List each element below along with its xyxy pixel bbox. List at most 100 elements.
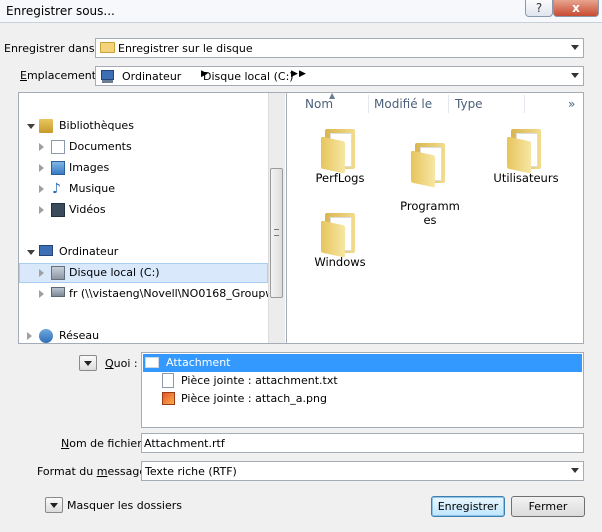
- document-icon: [51, 140, 65, 154]
- nav-network-drive[interactable]: fr (\\vistaeng\Novell\NO0168_Groupw: [19, 284, 271, 304]
- column-separator: [448, 95, 449, 113]
- expand-icon[interactable]: [27, 124, 35, 129]
- folder-icon: [321, 127, 359, 174]
- save-in-value: Enregistrer sur le disque: [118, 42, 253, 55]
- nav-local-disk-label: Disque local (C:): [69, 266, 160, 279]
- folder-item[interactable]: Windows: [295, 211, 385, 269]
- nav-documents-label: Documents: [69, 140, 132, 153]
- nav-network-drive-label: fr (\\vistaeng\Novell\NO0168_Groupw: [69, 287, 271, 300]
- chevron-down-icon: [571, 73, 579, 78]
- format-label: Format du message :: [37, 465, 154, 478]
- save-in-combo[interactable]: Enregistrer sur le disque: [95, 38, 584, 58]
- folder-icon: [321, 211, 359, 258]
- folder-item[interactable]: Utilisateurs: [481, 127, 571, 185]
- chevron-down-icon: [50, 503, 58, 508]
- breadcrumb-drive[interactable]: Disque local (C:): [203, 70, 294, 83]
- chevron-down-icon: [84, 361, 92, 366]
- pictures-icon: [51, 161, 65, 175]
- network-drive-icon: [51, 287, 65, 297]
- nav-computer-label: Ordinateur: [59, 245, 119, 258]
- breadcrumb-computer[interactable]: Ordinateur: [122, 70, 181, 83]
- save-in-label: Enregistrer dans :: [4, 42, 102, 55]
- expand-icon[interactable]: [27, 332, 32, 340]
- file-list-pane[interactable]: ▲ Nom Modifié le Type » PerfLogs Program…: [286, 91, 584, 344]
- nav-documents[interactable]: Documents: [19, 137, 271, 157]
- expand-icon[interactable]: [39, 206, 44, 214]
- folder-item[interactable]: Programm es: [385, 127, 475, 241]
- close-button[interactable]: Fermer: [511, 496, 585, 517]
- folder-name: Programm es: [400, 199, 460, 227]
- nav-images-label: Images: [69, 161, 110, 174]
- navigation-pane[interactable]: Bibliothèques Documents Images ♪ Musique…: [18, 92, 286, 344]
- document-icon: [162, 373, 174, 388]
- nav-videos-label: Vidéos: [69, 203, 106, 216]
- breadcrumb-arrow-icon[interactable]: ▶: [299, 69, 306, 79]
- computer-icon: [101, 70, 114, 80]
- music-note-icon: ♪: [52, 181, 61, 197]
- filename-value: Attachment.rtf: [144, 437, 225, 450]
- folder-name: Utilisateurs: [493, 171, 559, 185]
- folder-icon: [507, 127, 545, 174]
- nav-music[interactable]: ♪ Musique: [19, 179, 271, 199]
- computer-icon: [39, 245, 53, 256]
- column-separator: [524, 95, 525, 113]
- video-icon: [51, 203, 65, 217]
- expand-icon[interactable]: [39, 290, 44, 298]
- column-type[interactable]: Type: [455, 93, 483, 115]
- what-label: Quoi :: [105, 357, 138, 370]
- location-label: Emplacement :: [20, 69, 104, 82]
- column-name[interactable]: Nom: [305, 93, 333, 115]
- what-list[interactable]: Attachment Pièce jointe : attachment.txt…: [141, 352, 584, 428]
- what-item-label: Attachment: [166, 356, 231, 369]
- location-breadcrumb[interactable]: ▶ Ordinateur ▶ Disque local (C:) ▶: [95, 66, 584, 86]
- column-separator: [368, 95, 369, 113]
- what-item[interactable]: Pièce jointe : attachment.txt: [160, 372, 560, 390]
- filename-label: Nom de fichier :: [61, 437, 149, 450]
- folder-icon: [411, 141, 449, 188]
- folder-name: PerfLogs: [315, 171, 365, 185]
- library-icon: [39, 119, 53, 133]
- nav-local-disk[interactable]: Disque local (C:): [19, 263, 268, 283]
- filename-input[interactable]: Attachment.rtf: [141, 433, 584, 453]
- expand-icon[interactable]: [39, 164, 44, 172]
- what-expand-toggle[interactable]: [79, 355, 97, 371]
- network-icon: [39, 329, 53, 343]
- nav-network[interactable]: Réseau: [19, 326, 271, 346]
- expand-icon[interactable]: [39, 143, 44, 151]
- more-columns-icon[interactable]: »: [568, 93, 575, 115]
- nav-videos[interactable]: Vidéos: [19, 200, 271, 220]
- nav-music-label: Musique: [69, 182, 115, 195]
- envelope-icon: [145, 357, 159, 368]
- folder-item[interactable]: PerfLogs: [295, 127, 385, 185]
- format-value: Texte riche (RTF): [145, 465, 237, 478]
- what-item[interactable]: Pièce jointe : attach_a.png: [160, 390, 560, 408]
- folder-icon: [100, 42, 115, 53]
- folder-name: Windows: [314, 255, 366, 269]
- window-title: Enregistrer sous...: [6, 4, 115, 18]
- computer-icon-base: [102, 80, 113, 83]
- hide-folders-toggle[interactable]: [45, 497, 63, 513]
- hard-drive-icon: [51, 266, 65, 280]
- nav-computer[interactable]: Ordinateur: [19, 242, 271, 262]
- help-button[interactable]: ?: [525, 0, 553, 17]
- nav-images[interactable]: Images: [19, 158, 271, 178]
- nav-libraries-label: Bibliothèques: [59, 119, 134, 132]
- chevron-down-icon: [571, 45, 579, 50]
- nav-scrollbar[interactable]: [268, 93, 285, 343]
- hide-folders-label[interactable]: Masquer les dossiers: [67, 499, 182, 512]
- close-window-button[interactable]: x: [553, 0, 599, 17]
- what-item-label: Pièce jointe : attach_a.png: [181, 392, 327, 405]
- nav-network-label: Réseau: [59, 329, 100, 342]
- grip-icon: [274, 229, 279, 236]
- chevron-down-icon: [571, 468, 579, 473]
- format-combo[interactable]: Texte riche (RTF): [141, 461, 584, 481]
- column-modified[interactable]: Modifié le: [374, 93, 432, 115]
- expand-icon[interactable]: [27, 250, 35, 255]
- what-item-selected[interactable]: Attachment: [143, 354, 582, 372]
- expand-icon[interactable]: [39, 185, 44, 193]
- what-item-label: Pièce jointe : attachment.txt: [181, 374, 338, 387]
- save-button[interactable]: Enregistrer: [431, 496, 505, 517]
- nav-scrollbar-thumb[interactable]: [270, 168, 283, 298]
- nav-libraries[interactable]: Bibliothèques: [19, 116, 271, 136]
- expand-icon[interactable]: [39, 269, 44, 277]
